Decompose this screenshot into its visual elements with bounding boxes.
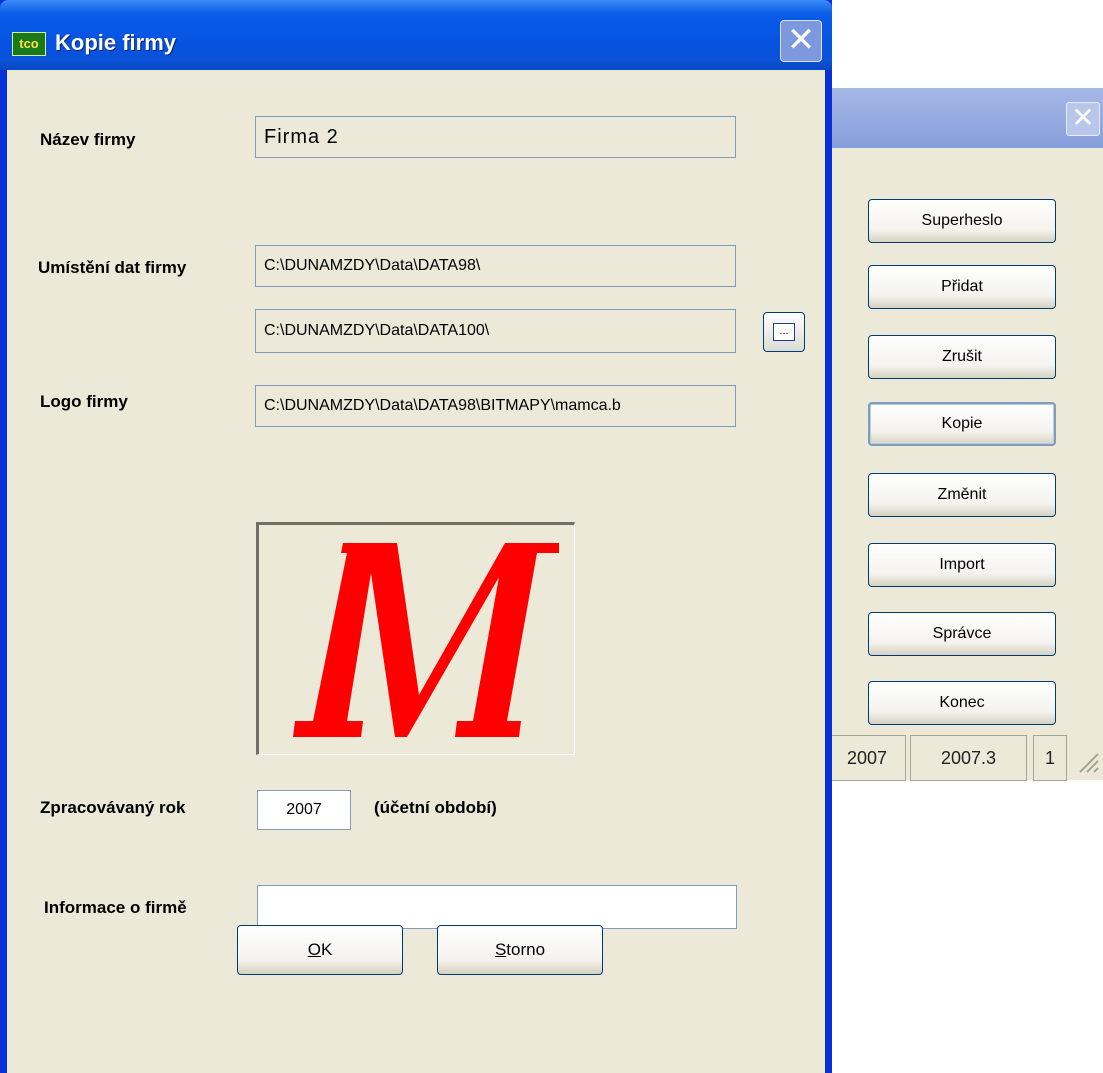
zrusit-button[interactable]: Zrušit (868, 335, 1056, 379)
cancel-label-rest: torno (506, 940, 546, 959)
ok-accelerator: O (307, 940, 321, 959)
status-bar: 2007 2007.3 1 (800, 735, 1103, 781)
superheslo-button[interactable]: Superheslo (868, 199, 1056, 243)
dialog-title: Kopie firmy (55, 30, 177, 55)
import-button[interactable]: Import (868, 543, 1056, 587)
status-page: 1 (1033, 735, 1067, 781)
kopie-button[interactable]: Kopie (868, 402, 1056, 446)
data-location-label: Umístění dat firmy (38, 258, 187, 277)
app-icon: tco (12, 32, 46, 56)
konec-button[interactable]: Konec (868, 681, 1056, 725)
info-label: Informace o firmě (44, 898, 187, 917)
dialog-titlebar[interactable]: tco Kopie firmy ✕ (0, 0, 832, 70)
company-logo-image (256, 522, 575, 755)
cancel-accelerator: S (494, 940, 507, 959)
background-window-titlebar (800, 88, 1103, 148)
company-name-field[interactable]: Firma 2 (255, 116, 736, 158)
company-info-field[interactable] (257, 885, 737, 929)
spravce-button[interactable]: Správce (868, 612, 1056, 656)
source-data-path-field[interactable]: C:\DUNAMZDY\Data\DATA98\ (255, 245, 736, 287)
logo-m-graphic (293, 543, 559, 737)
close-icon[interactable]: ✕ (780, 20, 822, 62)
pridat-button[interactable]: Přidat (868, 265, 1056, 309)
background-close-icon[interactable]: ✕ (1066, 102, 1100, 136)
ok-label-rest: K (320, 940, 333, 959)
year-label: Zpracovávaný rok (40, 798, 186, 817)
ok-button[interactable]: OK (237, 925, 403, 975)
target-data-path-field[interactable]: C:\DUNAMZDY\Data\DATA100\ (255, 309, 736, 353)
browse-icon: ... (773, 323, 795, 341)
year-note-label: (účetní období) (374, 798, 497, 817)
year-field[interactable]: 2007 (257, 790, 351, 830)
name-label: Název firmy (40, 130, 136, 149)
logo-label: Logo firmy (40, 392, 128, 411)
zmenit-button[interactable]: Změnit (868, 473, 1056, 517)
browse-button[interactable]: ... (763, 312, 805, 352)
status-year: 2007 (828, 735, 906, 781)
resize-grip-icon[interactable] (1077, 751, 1099, 773)
status-version: 2007.3 (910, 735, 1027, 781)
logo-path-field[interactable]: C:\DUNAMZDY\Data\DATA98\BITMAPY\mamca.b (255, 385, 736, 427)
cancel-button[interactable]: Storno (437, 925, 603, 975)
